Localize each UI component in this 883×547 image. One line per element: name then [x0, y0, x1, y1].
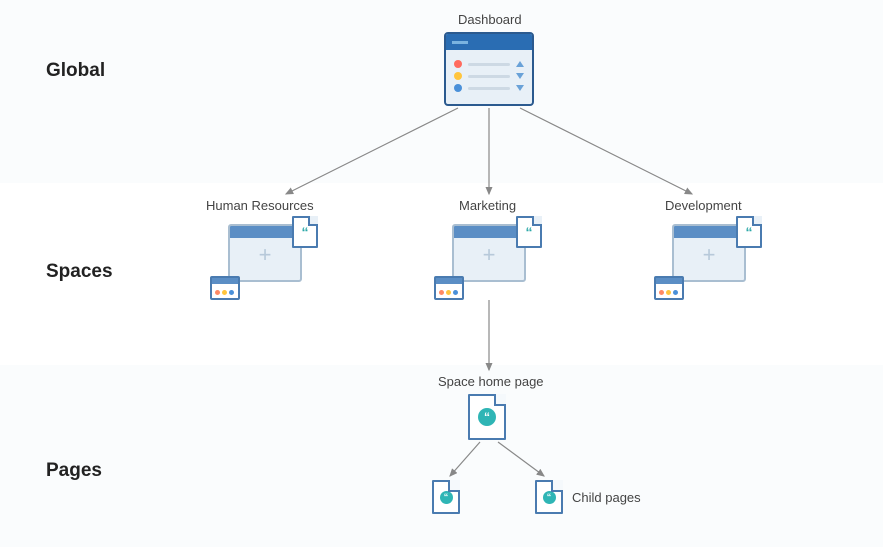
tier-global: Global [0, 0, 883, 183]
page-icon-home: “ [468, 394, 506, 440]
tier-label-spaces: Spaces [46, 261, 113, 283]
space-label-hr: Human Resources [206, 198, 314, 213]
space-icon-marketing: + “ [438, 218, 538, 296]
space-icon-development: + “ [658, 218, 758, 296]
space-icon-hr: + “ [214, 218, 314, 296]
page-label-child: Child pages [572, 490, 641, 505]
page-icon-child-left: “ [432, 480, 460, 514]
tier-label-global: Global [46, 60, 105, 82]
space-label-development: Development [665, 198, 742, 213]
dashboard-icon [444, 32, 534, 106]
page-icon-child-right: “ [535, 480, 563, 514]
dashboard-label: Dashboard [458, 12, 522, 27]
tier-pages: Pages [0, 365, 883, 547]
page-label-home: Space home page [438, 374, 544, 389]
space-label-marketing: Marketing [459, 198, 516, 213]
tier-label-pages: Pages [46, 460, 102, 482]
